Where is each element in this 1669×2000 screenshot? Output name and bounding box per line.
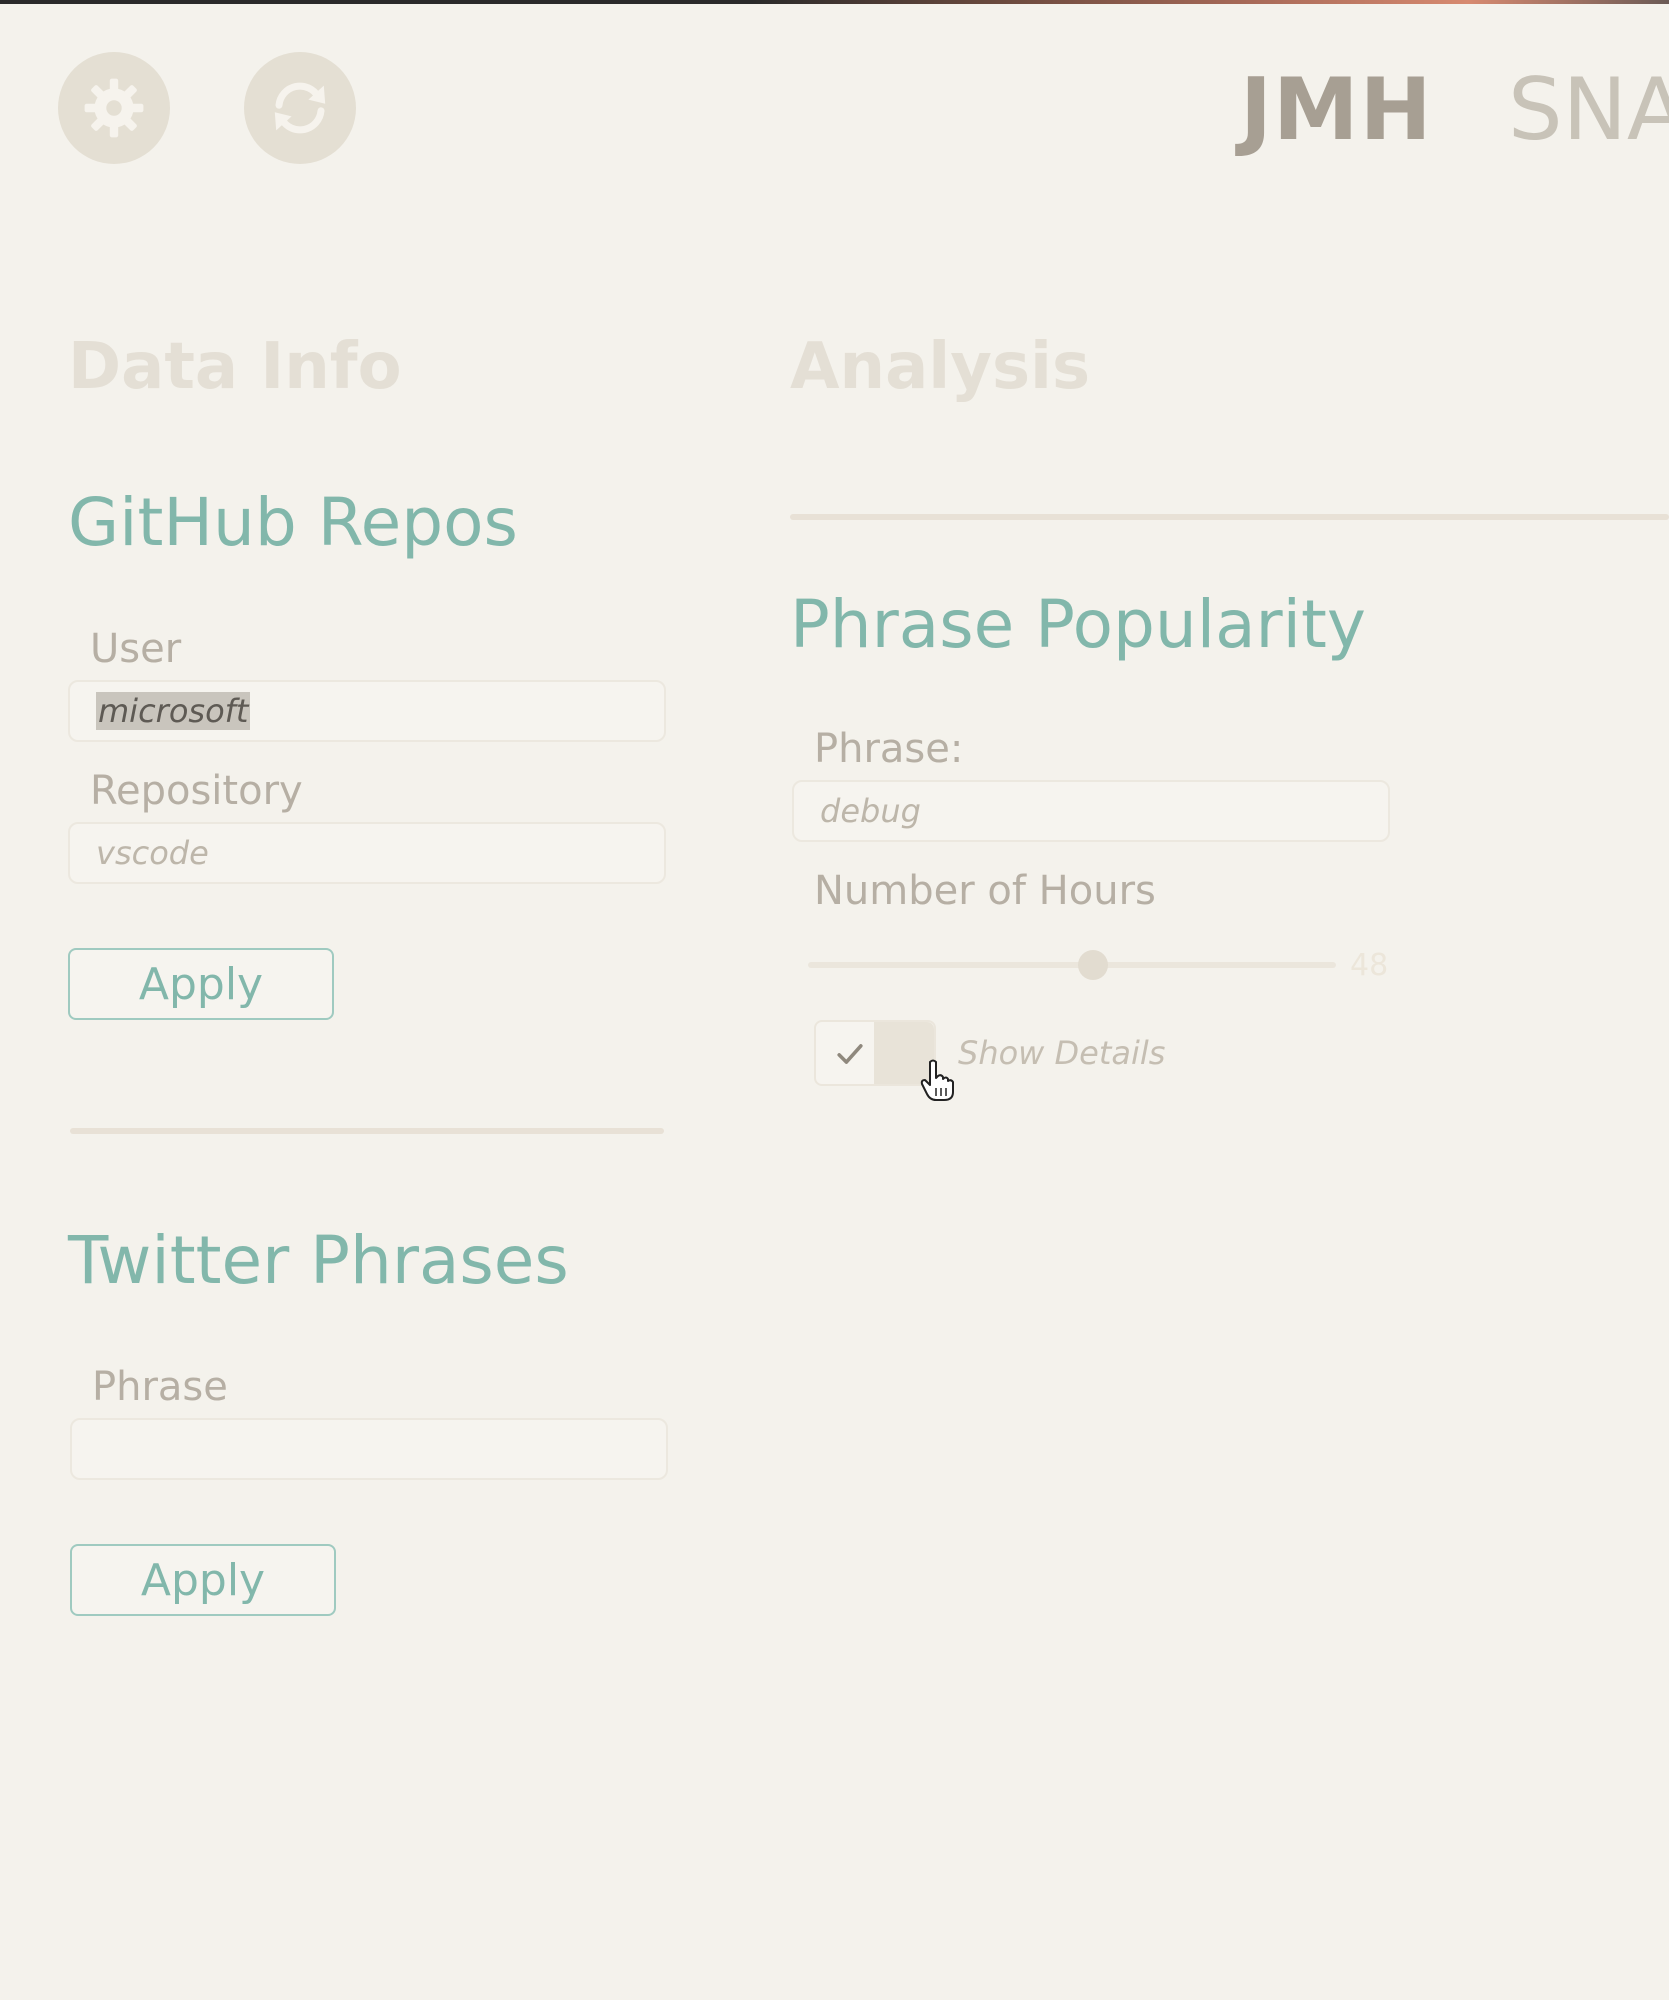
user-input-value: microsoft — [96, 692, 251, 730]
show-details-toggle[interactable] — [814, 1020, 936, 1086]
panel-divider — [70, 1128, 664, 1134]
brand-sna[interactable]: SNA — [1508, 60, 1669, 160]
repository-input[interactable]: vscode — [68, 822, 666, 884]
phrase-input[interactable]: debug — [792, 780, 1390, 842]
twitter-phrase-label: Phrase — [92, 1364, 228, 1410]
twitter-apply-button[interactable]: Apply — [70, 1544, 336, 1616]
settings-button[interactable] — [58, 52, 170, 164]
github-apply-button[interactable]: Apply — [68, 948, 334, 1020]
phrase-popularity-title: Phrase Popularity — [790, 586, 1366, 663]
gear-icon — [84, 78, 144, 138]
user-input[interactable]: microsoft — [68, 680, 666, 742]
hours-slider[interactable] — [808, 962, 1336, 968]
phrase-input-value: debug — [820, 792, 921, 830]
twitter-phrase-input[interactable] — [70, 1418, 668, 1480]
refresh-button[interactable] — [244, 52, 356, 164]
github-repos-title: GitHub Repos — [68, 484, 518, 561]
analysis-divider — [790, 514, 1669, 520]
refresh-icon — [274, 82, 326, 134]
section-title-analysis: Analysis — [790, 330, 1091, 404]
twitter-phrases-title: Twitter Phrases — [68, 1222, 569, 1299]
section-title-data-info: Data Info — [68, 330, 402, 404]
brand-jmh[interactable]: JMH — [1240, 60, 1433, 160]
hours-value: 48 — [1350, 948, 1389, 983]
hours-label: Number of Hours — [814, 868, 1156, 914]
repository-input-value: vscode — [96, 834, 209, 872]
hand-cursor-icon — [920, 1059, 954, 1101]
phrase-label: Phrase: — [814, 726, 964, 772]
top-accent-bar — [0, 0, 1669, 4]
check-icon — [837, 1044, 863, 1064]
hours-slider-thumb[interactable] — [1078, 950, 1109, 980]
user-label: User — [90, 626, 182, 672]
repository-label: Repository — [90, 768, 303, 814]
show-details-label: Show Details — [958, 1034, 1166, 1072]
